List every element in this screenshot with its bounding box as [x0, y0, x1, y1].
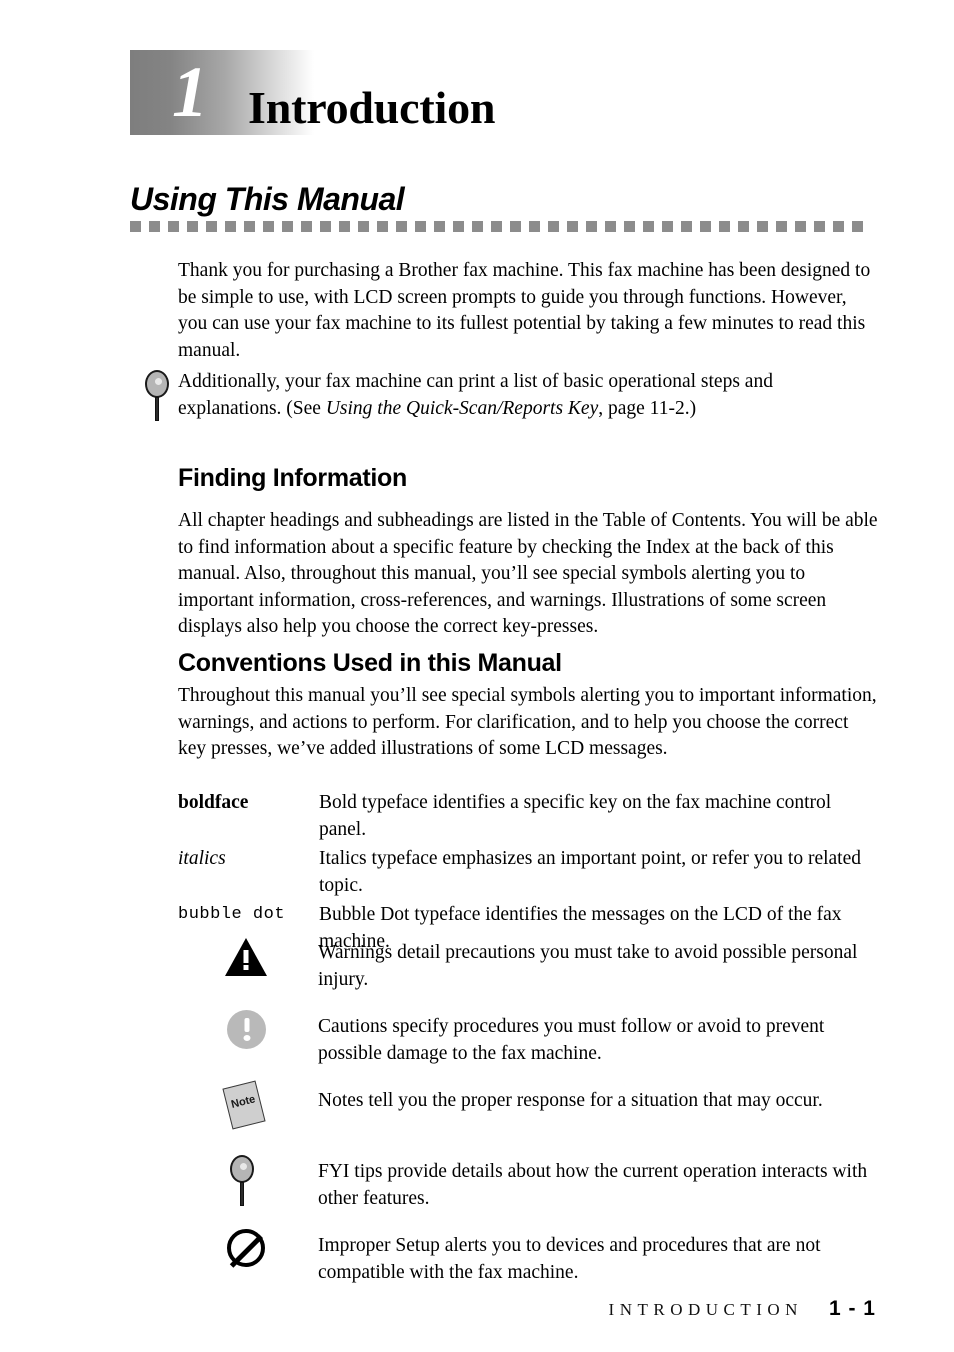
chapter-number: 1: [172, 52, 208, 132]
fyi-note-paragraph: Additionally, your fax machine can print…: [178, 369, 878, 422]
typeface-term: italics: [178, 848, 226, 869]
magnifier-fyi-icon: [143, 370, 173, 422]
page-footer: INTRODUCTION 1 - 1: [130, 1297, 876, 1321]
caution-exclamation-icon: [225, 1010, 318, 1064]
conventions-paragraph: Throughout this manual you’ll see specia…: [178, 685, 877, 759]
fyi-note-text-after: , page 11-2.): [598, 397, 697, 419]
legend-row-warning: Warnings detail precautions you must tak…: [225, 936, 875, 993]
section-heading: Using This Manual: [130, 181, 405, 217]
finding-information-heading: Finding Information: [178, 464, 407, 492]
legend-description: FYI tips provide details about how the c…: [318, 1161, 868, 1209]
manual-page: 1 Introduction Using This Manual Thank y…: [0, 0, 954, 1352]
conventions-heading: Conventions Used in this Manual: [178, 649, 562, 677]
legend-description: Cautions specify procedures you must fol…: [318, 1016, 825, 1064]
legend-row-fyi: FYI tips provide details about how the c…: [225, 1155, 875, 1212]
typeface-convention-list: boldface Bold typeface identifies a spec…: [178, 790, 878, 958]
chapter-title: Introduction: [248, 82, 496, 133]
typeface-description: Bold typeface identifies a specific key …: [319, 792, 832, 840]
typeface-term: boldface: [178, 792, 249, 813]
note-icon-label: Note: [229, 1093, 257, 1111]
improper-setup-prohibited-icon: [225, 1229, 318, 1283]
typeface-row: italics Italics typeface emphasizes an i…: [178, 846, 878, 899]
legend-description: Warnings detail precautions you must tak…: [318, 942, 858, 990]
note-sticky-icon: Note: [222, 1080, 318, 1138]
typeface-description: Italics typeface emphasizes an important…: [319, 848, 861, 896]
typeface-term: bubble dot: [178, 905, 286, 924]
legend-description: Improper Setup alerts you to devices and…: [318, 1235, 821, 1283]
fyi-magnifier-icon: [225, 1155, 318, 1209]
warning-triangle-icon: [225, 936, 318, 990]
legend-description: Notes tell you the proper response for a…: [318, 1090, 823, 1111]
intro-paragraph: Thank you for purchasing a Brother fax m…: [178, 260, 871, 361]
footer-chapter-label: INTRODUCTION: [608, 1300, 803, 1319]
legend-row-improper-setup: Improper Setup alerts you to devices and…: [225, 1229, 875, 1286]
dashed-rule-divider: [130, 221, 875, 232]
legend-row-caution: Cautions specify procedures you must fol…: [225, 1010, 875, 1067]
legend-row-note: Note Notes tell you the proper response …: [222, 1080, 875, 1138]
finding-information-paragraph: All chapter headings and subheadings are…: [178, 510, 878, 637]
typeface-row: boldface Bold typeface identifies a spec…: [178, 790, 878, 843]
fyi-note-italic-reference: Using the Quick-Scan/Reports Key: [325, 397, 599, 419]
symbol-legend-list: Warnings detail precautions you must tak…: [222, 936, 875, 1303]
footer-page-number: 1 - 1: [828, 1297, 876, 1320]
chapter-header: 1 Introduction: [130, 50, 874, 135]
